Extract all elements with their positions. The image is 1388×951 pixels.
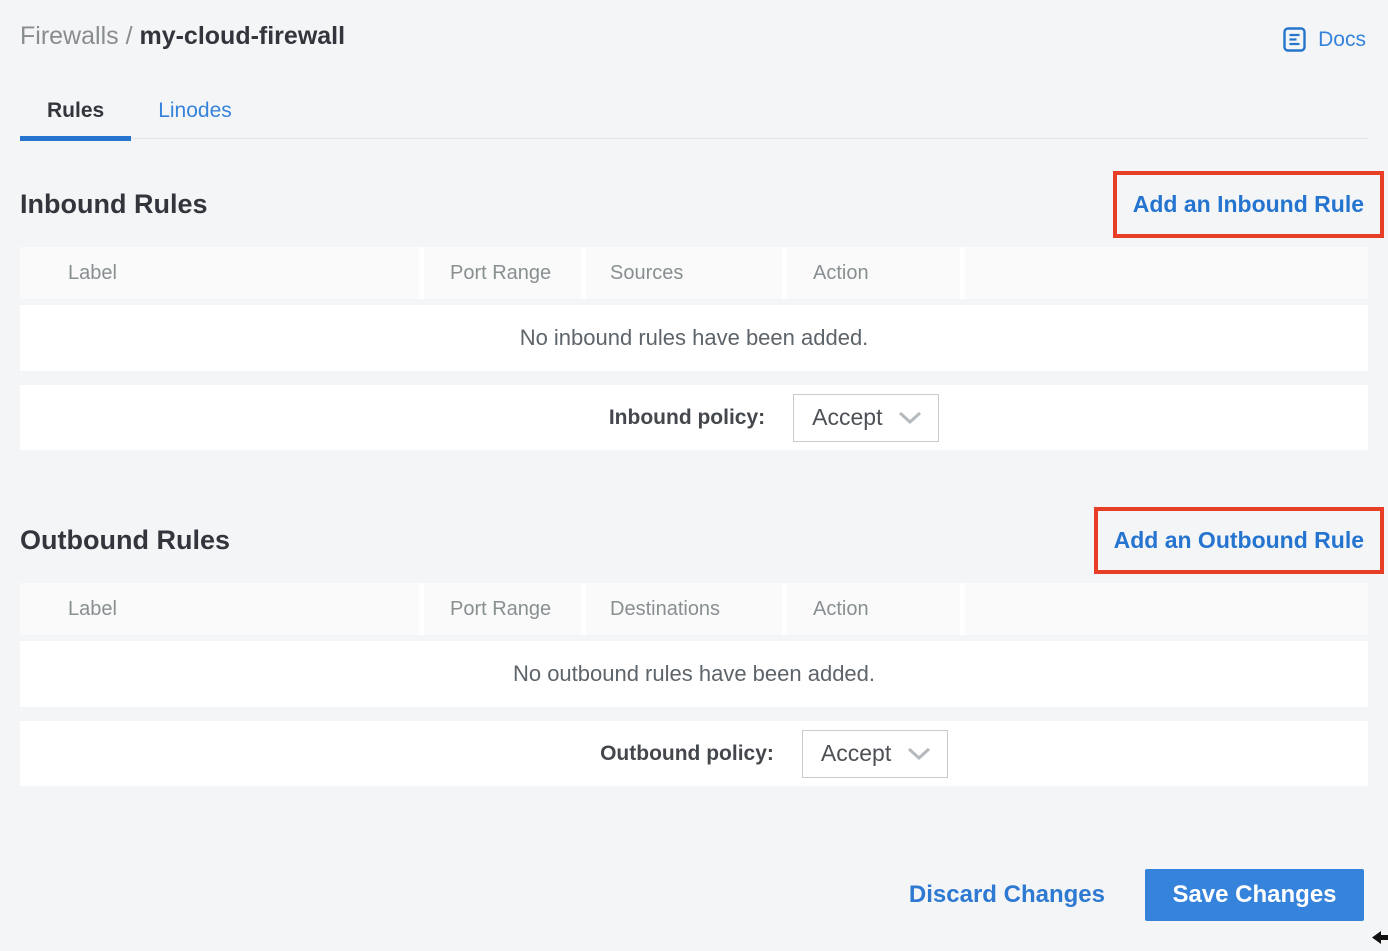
inbound-table-header: Label Port Range Sources Action bbox=[20, 247, 1368, 299]
tab-rules[interactable]: Rules bbox=[20, 99, 131, 138]
firewall-detail-page: Firewalls / my-cloud-firewall Docs Rules… bbox=[0, 0, 1388, 921]
outbound-column-destinations: Destinations bbox=[586, 583, 782, 635]
tab-bar: Rules Linodes bbox=[20, 99, 1368, 139]
breadcrumb-firewalls-link[interactable]: Firewalls / bbox=[20, 22, 139, 50]
outbound-empty-message: No outbound rules have been added. bbox=[513, 661, 875, 687]
breadcrumb: Firewalls / my-cloud-firewall bbox=[20, 22, 345, 51]
docs-icon bbox=[1281, 26, 1308, 53]
inbound-policy-group: Inbound policy: Accept bbox=[609, 394, 939, 442]
outbound-empty-row: No outbound rules have been added. bbox=[20, 641, 1368, 707]
inbound-policy-label: Inbound policy: bbox=[609, 406, 765, 430]
inbound-column-action: Action bbox=[787, 247, 960, 299]
outbound-column-label: Label bbox=[20, 583, 419, 635]
chevron-down-icon bbox=[898, 411, 922, 425]
discard-changes-button[interactable]: Discard Changes bbox=[909, 881, 1105, 909]
inbound-column-spacer bbox=[965, 247, 1368, 299]
outbound-table-header: Label Port Range Destinations Action bbox=[20, 583, 1368, 635]
inbound-empty-message: No inbound rules have been added. bbox=[520, 325, 869, 351]
inbound-policy-row: Inbound policy: Accept bbox=[20, 385, 1368, 450]
add-inbound-rule-button[interactable]: Add an Inbound Rule bbox=[1133, 191, 1364, 217]
inbound-policy-select[interactable]: Accept bbox=[793, 394, 939, 442]
outbound-policy-value: Accept bbox=[821, 740, 891, 767]
footer-actions: Discard Changes Save Changes bbox=[20, 869, 1368, 921]
save-changes-button[interactable]: Save Changes bbox=[1145, 869, 1364, 921]
inbound-rules-heading: Inbound Rules bbox=[20, 189, 207, 220]
add-outbound-rule-button[interactable]: Add an Outbound Rule bbox=[1114, 527, 1364, 553]
tab-linodes[interactable]: Linodes bbox=[131, 99, 259, 138]
inbound-empty-row: No inbound rules have been added. bbox=[20, 305, 1368, 371]
breadcrumb-current-firewall: my-cloud-firewall bbox=[139, 22, 345, 50]
top-bar: Firewalls / my-cloud-firewall Docs bbox=[20, 0, 1368, 53]
outbound-section-header: Outbound Rules Add an Outbound Rule bbox=[20, 505, 1368, 575]
outbound-policy-group: Outbound policy: Accept bbox=[600, 730, 948, 778]
outbound-column-action: Action bbox=[787, 583, 960, 635]
outbound-column-port-range: Port Range bbox=[424, 583, 581, 635]
inbound-column-port-range: Port Range bbox=[424, 247, 581, 299]
inbound-column-label: Label bbox=[20, 247, 419, 299]
inbound-column-sources: Sources bbox=[586, 247, 782, 299]
chevron-down-icon bbox=[907, 747, 931, 761]
inbound-section-header: Inbound Rules Add an Inbound Rule bbox=[20, 169, 1368, 239]
mouse-cursor bbox=[1371, 928, 1388, 947]
outbound-policy-select[interactable]: Accept bbox=[802, 730, 948, 778]
docs-link[interactable]: Docs bbox=[1281, 26, 1366, 53]
docs-link-label: Docs bbox=[1318, 28, 1366, 52]
outbound-policy-label: Outbound policy: bbox=[600, 742, 774, 766]
outbound-rules-heading: Outbound Rules bbox=[20, 525, 230, 556]
inbound-policy-value: Accept bbox=[812, 404, 882, 431]
outbound-column-spacer bbox=[965, 583, 1368, 635]
outbound-policy-row: Outbound policy: Accept bbox=[20, 721, 1368, 786]
annotation-box-outbound: Add an Outbound Rule bbox=[1094, 507, 1384, 574]
annotation-box-inbound: Add an Inbound Rule bbox=[1113, 171, 1384, 238]
